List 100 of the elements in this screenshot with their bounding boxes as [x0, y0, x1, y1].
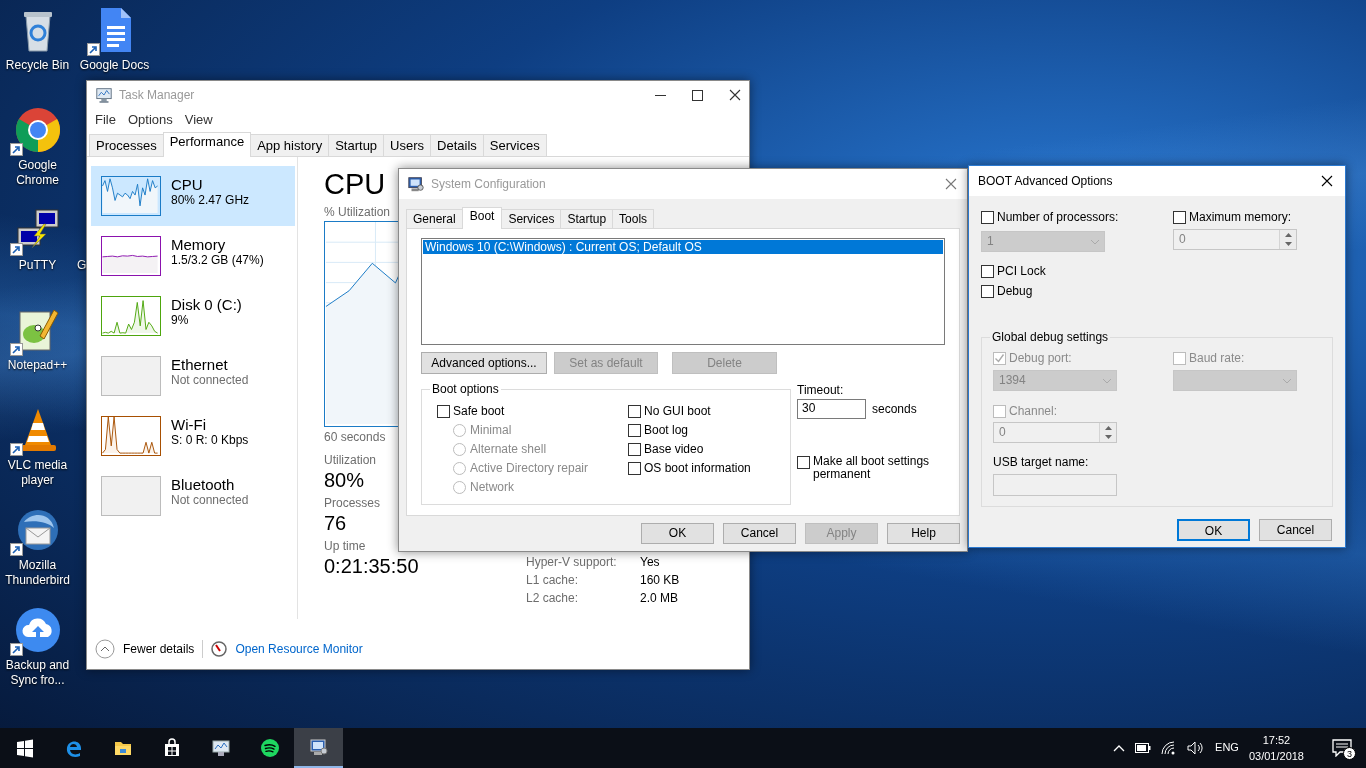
icon-label[interactable]: Backup and Sync fro...: [0, 658, 75, 688]
checkbox-label: Channel:: [1009, 404, 1058, 419]
checkbox[interactable]: [797, 456, 810, 469]
spec-label: Hyper-V support:: [526, 554, 618, 571]
resource-name: Bluetooth: [171, 476, 236, 493]
task-manager-icon: [95, 86, 113, 104]
checkbox[interactable]: [981, 211, 994, 224]
button[interactable]: Cancel: [1259, 519, 1332, 541]
checkbox[interactable]: [1173, 211, 1186, 224]
button[interactable]: OK: [641, 523, 714, 544]
collapse-icon[interactable]: [95, 639, 115, 659]
radio-label: Network: [470, 480, 514, 495]
resource-name: Disk 0 (C:): [171, 296, 242, 313]
stat-value: 0:21:35:50: [324, 554, 419, 578]
checkbox-label: Debug port:: [1009, 351, 1072, 366]
timeout-field[interactable]: 30: [797, 399, 866, 419]
checkbox[interactable]: [981, 285, 994, 298]
resource-item[interactable]: Disk 0 (C:) 9%: [91, 286, 295, 346]
resource-monitor-link[interactable]: Open Resource Monitor: [235, 641, 363, 657]
maximize-icon[interactable]: [692, 89, 703, 101]
resource-item[interactable]: Ethernet Not connected: [91, 346, 295, 406]
chevron-down-icon: [1102, 377, 1112, 384]
checkbox[interactable]: [628, 424, 641, 437]
monitor-chart-icon: [210, 738, 231, 758]
battery-icon[interactable]: [1135, 743, 1152, 753]
radio-label: Active Directory repair: [470, 461, 589, 476]
tab[interactable]: General: [406, 209, 463, 228]
boot-entry[interactable]: Windows 10 (C:\Windows) : Current OS; Default OS: [423, 240, 943, 254]
icon-label[interactable]: G: [77, 258, 87, 273]
gauge-icon[interactable]: [211, 641, 228, 657]
checkbox[interactable]: [628, 405, 641, 418]
icon-label[interactable]: Google Docs: [77, 58, 152, 73]
tab[interactable]: Startup: [328, 134, 385, 156]
radio-label: Alternate shell: [470, 442, 547, 457]
tab[interactable]: Boot: [461, 207, 503, 229]
time-span-label: 60 seconds: [324, 430, 386, 445]
resource-detail: 9%: [171, 313, 190, 328]
tab[interactable]: App history: [250, 134, 330, 156]
close-icon[interactable]: [729, 89, 741, 101]
resource-item[interactable]: Bluetooth Not connected: [91, 466, 295, 526]
button[interactable]: Help: [887, 523, 960, 544]
checkbox[interactable]: [437, 405, 450, 418]
stat-label: Utilization: [324, 453, 377, 468]
clock[interactable]: 17:52 03/01/2018: [1248, 732, 1304, 764]
unit-label: seconds: [872, 401, 917, 417]
checkbox-label: OS boot information: [644, 461, 751, 476]
icon-label[interactable]: VLC media player: [0, 458, 75, 488]
computer-settings-icon: [407, 175, 425, 193]
boot-list[interactable]: Windows 10 (C:\Windows) : Current OS; Default OS: [421, 238, 945, 345]
resource-item[interactable]: CPU 80% 2.47 GHz: [91, 166, 295, 226]
resource-detail: S: 0 R: 0 Kbps: [171, 433, 249, 448]
button[interactable]: Advanced options...: [421, 352, 547, 374]
resource-detail: Not connected: [171, 373, 249, 388]
tab[interactable]: Services: [482, 134, 547, 156]
icon-label[interactable]: PuTTY: [0, 258, 75, 273]
chevron-down-icon: [1090, 238, 1100, 245]
radio-label: Minimal: [470, 423, 512, 438]
graph-label: % Utilization: [324, 205, 391, 220]
notification-icon[interactable]: [1332, 739, 1352, 757]
icon-label[interactable]: Google Chrome: [0, 158, 75, 188]
menu-item[interactable]: Options: [121, 111, 179, 129]
stat-label: Processes: [324, 496, 381, 511]
checkbox-label: Maximum memory:: [1189, 210, 1291, 225]
taskbar-button[interactable]: [294, 728, 343, 768]
resource-item[interactable]: Memory 1.5/3.2 GB (47%): [91, 226, 295, 286]
fewer-details-link[interactable]: Fewer details: [123, 641, 195, 657]
icon-label[interactable]: Recycle Bin: [0, 58, 75, 73]
menu-item[interactable]: View: [178, 111, 219, 129]
button[interactable]: Cancel: [723, 523, 796, 544]
checkbox[interactable]: [981, 265, 994, 278]
stat-value: 80%: [324, 468, 365, 492]
browser-icon[interactable]: [13, 106, 62, 154]
icon-label[interactable]: Mozilla Thunderbird: [0, 558, 75, 588]
checkbox-label: Baud rate:: [1189, 351, 1245, 366]
chevron-up-icon[interactable]: [1113, 744, 1126, 752]
tab[interactable]: Startup: [560, 209, 614, 228]
button[interactable]: OK: [1177, 519, 1250, 541]
resource-item[interactable]: Wi-Fi S: 0 R: 0 Kbps: [91, 406, 295, 466]
spec-value: 2.0 MB: [640, 590, 679, 607]
close-icon[interactable]: [1321, 175, 1333, 187]
icon-label[interactable]: Notepad++: [0, 358, 75, 373]
spec-label: L1 cache:: [526, 572, 580, 589]
checkbox[interactable]: [628, 443, 641, 456]
panel-title: CPU: [324, 167, 386, 201]
menu-item[interactable]: File: [89, 111, 122, 129]
resource-name: Memory: [171, 236, 227, 253]
spec-value: 160 KB: [640, 572, 681, 589]
tab[interactable]: Tools: [612, 209, 655, 228]
group-title: Global debug settings: [990, 330, 1111, 344]
language-indicator[interactable]: ENG: [1215, 741, 1239, 755]
tab[interactable]: Users: [383, 134, 432, 156]
tab[interactable]: Details: [430, 134, 484, 156]
tab[interactable]: Processes: [89, 134, 164, 156]
volume-icon[interactable]: [1187, 741, 1206, 755]
window-title: BOOT Advanced Options: [978, 173, 1113, 189]
cloud-upload-icon[interactable]: [13, 606, 62, 654]
checkbox[interactable]: [628, 462, 641, 475]
tab[interactable]: Performance: [162, 132, 252, 157]
field-label: Timeout:: [797, 383, 845, 398]
spec-label: L2 cache:: [526, 590, 580, 607]
